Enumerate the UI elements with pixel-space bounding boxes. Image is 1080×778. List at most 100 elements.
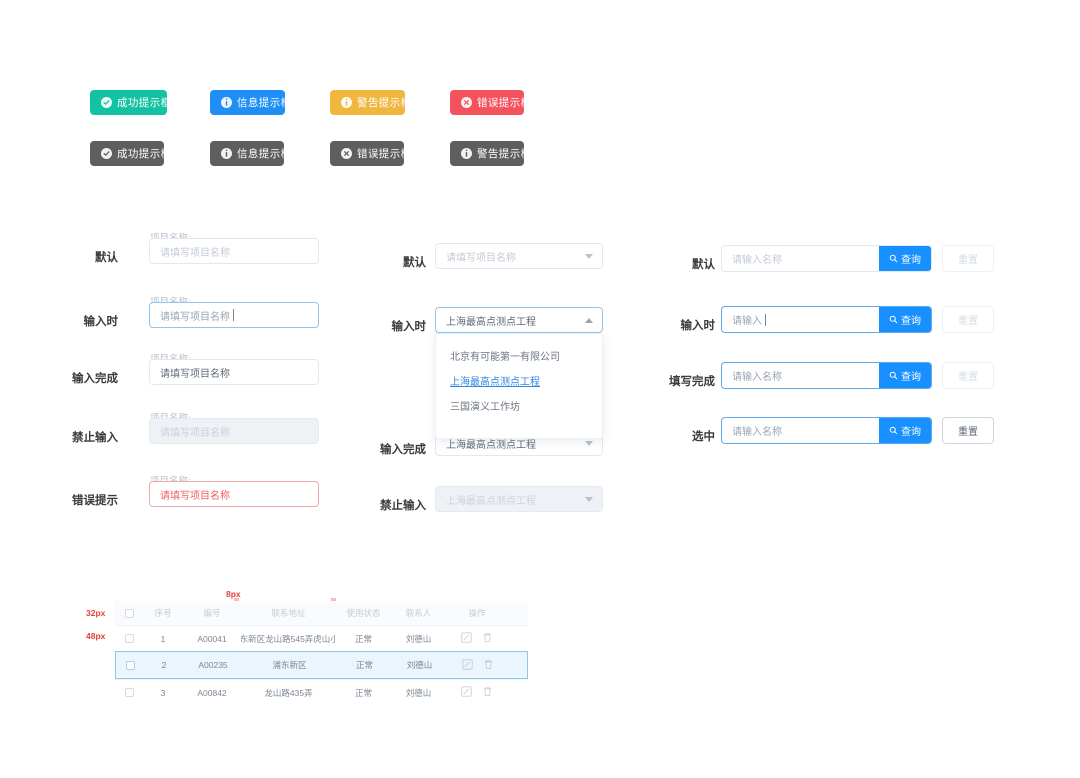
search-button-label: 查询 xyxy=(901,427,921,438)
search-button[interactable]: 查询 xyxy=(879,363,931,388)
input-row-label: 默认 xyxy=(95,252,118,264)
annotation-row-height: 48px xyxy=(86,631,106,641)
row-checkbox[interactable] xyxy=(125,660,135,670)
alert-dark-2[interactable]: 信息提示框 xyxy=(210,141,291,166)
search-icon xyxy=(889,371,898,380)
reset-button[interactable]: 重置 xyxy=(942,417,994,444)
search-button-label: 查询 xyxy=(901,372,921,383)
table-header-cell: 使用状态 xyxy=(346,608,381,618)
input-field-disabled[interactable]: 请填写项目名称 xyxy=(149,418,319,444)
row-select-cell[interactable] xyxy=(115,634,143,643)
alert-label: 警告提示框 xyxy=(357,97,412,109)
input-value: 请填写项目名称 xyxy=(160,490,230,502)
table-row[interactable]: 3 A00842 龙山路435弄 正常 刘德山 xyxy=(115,679,528,705)
search-button-label: 查询 xyxy=(901,255,921,266)
cell-address: 浦东新区 xyxy=(272,660,307,670)
cell-state: 正常 xyxy=(354,687,372,698)
search-button[interactable]: 查询 xyxy=(879,246,931,271)
search-input-text: 请输入名称 xyxy=(732,255,782,266)
edit-icon[interactable] xyxy=(462,658,473,672)
input-value: 请填写项目名称 xyxy=(160,311,230,323)
reset-button[interactable]: 重置 xyxy=(942,306,994,333)
alert-label: 错误提示框 xyxy=(477,97,532,109)
input-value: 请填写项目名称 xyxy=(160,247,230,259)
search-icon xyxy=(889,315,898,324)
alert-dark-4[interactable]: 警告提示框 xyxy=(450,141,531,166)
cell-actions[interactable] xyxy=(446,686,508,699)
select-field-focus[interactable]: 上海最高点测点工程 xyxy=(435,307,603,333)
edit-icon[interactable] xyxy=(461,686,472,699)
row-select-cell[interactable] xyxy=(115,688,143,697)
row-checkbox[interactable] xyxy=(124,688,134,697)
search-row-label: 输入时 xyxy=(680,320,716,332)
row-checkbox[interactable] xyxy=(124,634,134,643)
chevron-down-icon xyxy=(585,253,593,259)
close-circle-icon xyxy=(461,97,472,108)
alert-colored-2[interactable]: 信息提示框 xyxy=(210,90,291,115)
alert-label: 警告提示框 xyxy=(477,148,532,160)
chevron-down-icon xyxy=(585,496,593,502)
alert-dark-1[interactable]: 成功提示框 xyxy=(90,141,171,166)
dropdown-option-3[interactable]: 三国演义工作坊 xyxy=(436,393,602,418)
search-box-4[interactable]: 请输入名称 查询 xyxy=(721,417,932,444)
input-field-error[interactable]: 请填写项目名称 xyxy=(149,481,319,507)
reset-button[interactable]: 重置 xyxy=(942,362,994,389)
annotation-header-height: 32px xyxy=(86,608,106,618)
delete-icon[interactable] xyxy=(482,686,493,699)
cell-code: A00041 xyxy=(197,633,227,644)
alert-dark-3[interactable]: 错误提示框 xyxy=(330,141,411,166)
select-field-default[interactable]: 请填写项目名称 xyxy=(435,243,603,269)
select-dropdown-panel[interactable]: 北京有可能第一有限公司 上海最高点测点工程 三国演义工作坊 xyxy=(435,333,603,439)
search-button[interactable]: 查询 xyxy=(879,418,931,443)
delete-icon[interactable] xyxy=(483,659,494,672)
text-cursor xyxy=(233,309,234,321)
alert-colored-1[interactable]: 成功提示框 xyxy=(90,90,171,115)
cell-state: 正常 xyxy=(355,660,373,670)
delete-icon[interactable] xyxy=(482,632,493,645)
check-circle-icon xyxy=(101,97,112,108)
dropdown-option-1[interactable]: 北京有可能第一有限公司 xyxy=(436,343,602,368)
dropdown-option-2[interactable]: 上海最高点测点工程 xyxy=(436,368,602,393)
search-icon xyxy=(889,254,898,263)
alert-row-colored: 成功提示框 信息提示框 警告提示框 错误提示框 xyxy=(0,90,1080,116)
info-circle-icon xyxy=(221,97,232,108)
search-box-3[interactable]: 请输入名称 查询 xyxy=(721,362,932,389)
search-box-1[interactable]: 请输入名称 查询 xyxy=(721,245,932,272)
select-all-checkbox[interactable] xyxy=(124,608,134,618)
input-field-default[interactable]: 请填写项目名称 xyxy=(149,238,319,264)
table-row[interactable]: 1 A00041 浦东新区龙山路545弄虎山小... 正常 刘德山 xyxy=(115,625,528,651)
input-value: 请填写项目名称 xyxy=(160,427,230,439)
warning-circle-icon xyxy=(341,97,352,108)
text-cursor xyxy=(765,313,766,326)
alert-colored-3[interactable]: 警告提示框 xyxy=(330,90,411,115)
search-button[interactable]: 查询 xyxy=(879,307,931,332)
search-input[interactable]: 请输入 xyxy=(722,307,879,332)
search-input[interactable]: 请输入名称 xyxy=(722,246,879,271)
cell-no: 3 xyxy=(160,687,166,698)
search-box-2[interactable]: 请输入 查询 xyxy=(721,306,932,333)
input-field-filled[interactable]: 请填写项目名称 xyxy=(149,359,319,385)
search-button-label: 查询 xyxy=(901,316,921,327)
edit-icon[interactable] xyxy=(461,632,472,645)
search-input[interactable]: 请输入名称 xyxy=(722,363,879,388)
close-circle-icon xyxy=(341,148,352,159)
table-header-row: 序号 编号 联系地址 使用状态 联系人 操作 xyxy=(115,601,528,625)
input-row-label: 错误提示 xyxy=(72,495,118,507)
select-all-cell[interactable] xyxy=(115,608,143,618)
row-select-cell[interactable] xyxy=(116,660,144,670)
cell-actions[interactable] xyxy=(447,658,509,672)
chevron-down-icon xyxy=(585,440,593,446)
input-row-label: 输入完成 xyxy=(72,373,118,385)
table-header-cell: 联系地址 xyxy=(271,608,306,618)
cell-actions[interactable] xyxy=(446,632,508,645)
select-field-disabled[interactable]: 上海最高点测点工程 xyxy=(435,486,603,512)
alert-colored-4[interactable]: 错误提示框 xyxy=(450,90,531,115)
reset-button[interactable]: 重置 xyxy=(942,245,994,272)
input-field-focus[interactable]: 请填写项目名称 xyxy=(149,302,319,328)
table-header-cell: 操作 xyxy=(468,608,486,618)
cell-state: 正常 xyxy=(354,633,372,644)
alert-label: 错误提示框 xyxy=(357,148,412,160)
table-row[interactable]: 2 A00235 浦东新区 正常 刘德山 xyxy=(115,651,528,679)
search-input[interactable]: 请输入名称 xyxy=(722,418,879,443)
ui-kit-page: 成功提示框 信息提示框 警告提示框 错误提示框 成功提示框 信息提示框 错误提示框 警告提示… xyxy=(0,0,1080,778)
